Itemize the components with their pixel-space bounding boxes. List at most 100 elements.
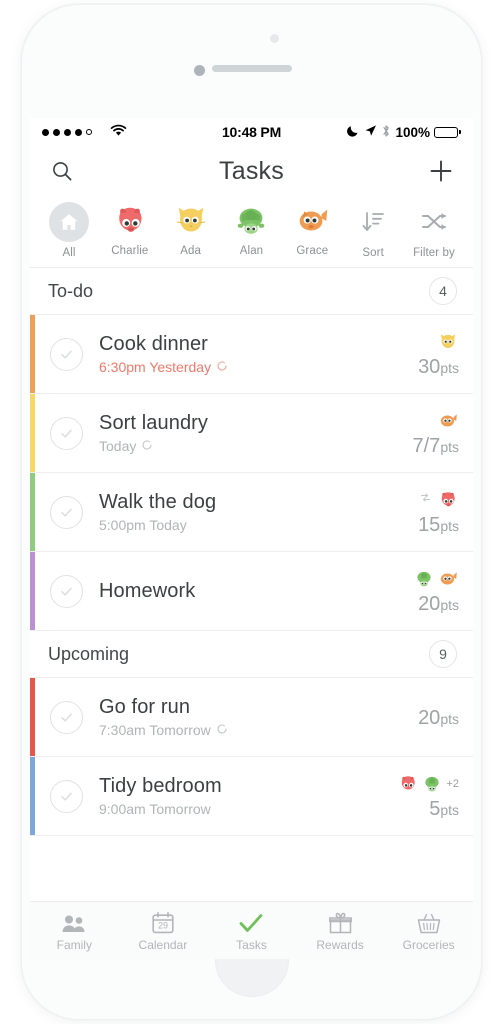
task-row[interactable]: Tidy bedroom 9:00am Tomorrow +2 5pts: [30, 757, 473, 836]
task-title: Tidy bedroom: [99, 775, 222, 797]
tab-rewards[interactable]: Rewards: [296, 910, 385, 952]
repeat-icon: [216, 722, 228, 738]
pig-avatar-icon: [111, 202, 149, 240]
status-bar-right: 100%: [311, 124, 461, 141]
task-points-value: 20: [418, 706, 441, 729]
tab-label: Rewards: [316, 937, 364, 952]
task-points-unit: pts: [440, 517, 459, 534]
task-points-value: 15: [418, 513, 441, 536]
task-meta: 20pts: [418, 705, 459, 730]
turtle-avatar-icon: [232, 202, 270, 240]
tab-tasks[interactable]: Tasks: [207, 910, 296, 952]
fish-avatar-icon: [293, 202, 331, 240]
task-due: 5:00pm Today: [99, 517, 418, 533]
tab-family[interactable]: Family: [30, 910, 119, 952]
svg-text:29: 29: [158, 920, 168, 930]
task-meta: 15pts: [418, 488, 459, 537]
nav-bar: Tasks: [30, 146, 473, 196]
task-main: Go for run 7:30am Tomorrow: [99, 696, 418, 738]
task-list[interactable]: To-do 4 Cook dinner 6:30pm Yesterday 30p…: [30, 268, 473, 893]
turtle-avatar-icon: [421, 773, 443, 795]
section-title: Upcoming: [48, 643, 130, 664]
filter-label: Grace: [296, 245, 329, 257]
family-icon: [61, 910, 87, 934]
turtle-avatar-icon: [413, 568, 435, 590]
fish-avatar-icon: [437, 568, 459, 590]
cat-avatar-icon: [437, 331, 459, 353]
status-bar-left: [42, 124, 192, 140]
task-checkbox[interactable]: [50, 416, 83, 450]
task-assignees: [437, 330, 459, 354]
repeat-icon: [141, 438, 153, 454]
task-due-text: 6:30pm Yesterday: [99, 359, 212, 375]
filter-item-alan[interactable]: Alan: [222, 202, 280, 257]
sort-icon: [353, 202, 393, 242]
wifi-icon: [110, 124, 127, 140]
status-bar-clock: 10:48 PM: [221, 124, 282, 140]
basket-icon: [417, 910, 441, 934]
filter-item-filter-by[interactable]: Filter by: [405, 202, 463, 259]
task-due: 7:30am Tomorrow: [99, 722, 418, 738]
proximity-sensor-icon: [270, 34, 279, 43]
search-icon[interactable]: [47, 156, 77, 186]
task-meta: 7/7pts: [413, 409, 459, 458]
task-due: 9:00am Tomorrow: [99, 801, 397, 817]
tab-label: Family: [56, 937, 92, 952]
task-points-value: 20: [418, 592, 441, 615]
bluetooth-icon: [381, 124, 391, 141]
filter-item-sort[interactable]: Sort: [344, 202, 402, 259]
task-points-unit: pts: [440, 438, 459, 455]
assignee-overflow-badge: +2: [446, 777, 459, 790]
task-assignees: [437, 409, 459, 433]
tab-label: Tasks: [236, 937, 267, 952]
section-count-badge: 4: [429, 277, 457, 305]
filter-item-all[interactable]: All: [40, 202, 98, 259]
check-icon: [238, 910, 264, 934]
gift-icon: [328, 910, 352, 934]
task-row[interactable]: Go for run 7:30am Tomorrow 20pts: [30, 678, 473, 757]
task-row[interactable]: Walk the dog 5:00pm Today 15pts: [30, 473, 473, 552]
battery-icon: [434, 126, 461, 138]
task-checkbox[interactable]: [50, 574, 83, 608]
signal-dot-3: [64, 128, 71, 136]
filter-item-charlie[interactable]: Charlie: [101, 202, 159, 257]
task-row[interactable]: Homework 20pts: [30, 552, 473, 631]
task-points-value: 5: [429, 797, 441, 820]
fish-avatar-icon: [437, 410, 459, 432]
pig-avatar-icon: [437, 489, 459, 511]
section-title: To-do: [48, 280, 94, 301]
filter-item-ada[interactable]: Ada: [162, 202, 220, 257]
filter-item-grace[interactable]: Grace: [283, 202, 341, 257]
task-meta: 20pts: [413, 567, 459, 616]
task-points-unit: pts: [440, 596, 459, 613]
earpiece-speaker: [211, 65, 292, 72]
add-task-button[interactable]: [426, 156, 456, 186]
task-accent-bar: [30, 394, 35, 472]
task-due-text: 5:00pm Today: [99, 517, 187, 533]
task-main: Homework: [99, 580, 413, 603]
moon-icon: [347, 124, 360, 140]
signal-dot-1: [42, 128, 49, 136]
task-meta: 30pts: [418, 330, 459, 379]
filter-label: Ada: [180, 245, 202, 257]
task-accent-bar: [30, 473, 35, 551]
task-row[interactable]: Cook dinner 6:30pm Yesterday 30pts: [30, 315, 473, 394]
repeat-icon: [216, 359, 228, 375]
task-assignees: [419, 488, 459, 512]
task-title: Homework: [99, 579, 196, 602]
task-row[interactable]: Sort laundry Today 7/7pts: [30, 394, 473, 473]
task-accent-bar: [30, 552, 35, 630]
task-checkbox[interactable]: [50, 337, 83, 371]
home-icon: [49, 202, 89, 242]
tab-calendar[interactable]: 29 Calendar: [119, 910, 208, 952]
filter-label: All: [62, 247, 76, 259]
task-main: Cook dinner 6:30pm Yesterday: [99, 333, 418, 375]
task-accent-bar: [30, 678, 35, 756]
task-checkbox[interactable]: [50, 779, 83, 813]
filter-label: Alan: [239, 245, 264, 257]
tab-groceries[interactable]: Groceries: [384, 910, 473, 952]
task-checkbox[interactable]: [50, 495, 83, 529]
bottom-tab-bar: Family 29 Calendar Tasks Rewards Groceri…: [30, 901, 473, 959]
filter-label: Sort: [362, 247, 384, 259]
task-checkbox[interactable]: [50, 700, 83, 734]
